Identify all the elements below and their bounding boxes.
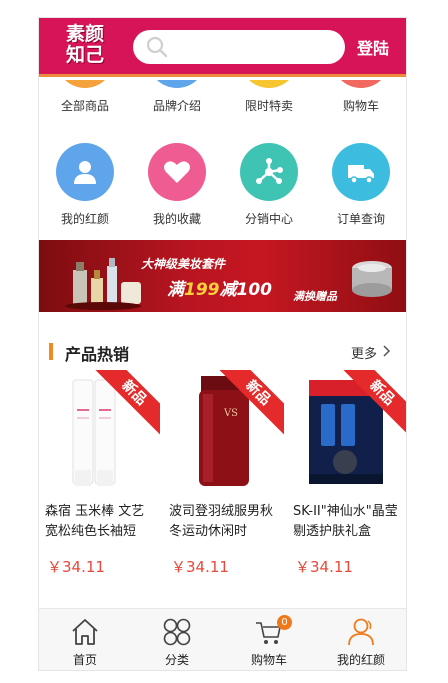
product-name: 森宿 玉米棒 文艺宽松纯色长袖短: [45, 504, 145, 539]
section-accent-bar: [49, 343, 53, 360]
banner-offer: 满199减100: [167, 275, 272, 300]
bottom-tab-bar: 首页 分类 0 购物车 我的红颜: [39, 608, 406, 670]
svg-text:VS: VS: [223, 408, 238, 419]
banner-headline: 大神级美妆套件: [141, 257, 226, 271]
promo-banner[interactable]: 大神级美妆套件 满199减100 满换赠品: [39, 240, 406, 312]
search-input[interactable]: [133, 30, 345, 64]
tab-cart[interactable]: 0 购物车: [223, 609, 315, 670]
category-label: 我的收藏: [152, 212, 201, 226]
person-icon: [348, 618, 374, 646]
cream-jar-image: [352, 261, 392, 297]
phone-screen: 素颜 知己 登陆 全部商品 品牌介绍 限时特卖 购物车 我的红颜 我的收藏 分销…: [38, 17, 407, 671]
product-name: 波司登羽绒服男秋冬运动休闲时: [169, 504, 274, 539]
tab-label: 分类: [164, 653, 189, 667]
login-button[interactable]: 登陆: [357, 35, 389, 59]
product-price: ￥34.11: [171, 558, 229, 576]
banner-offer-number: 199: [184, 280, 220, 300]
category-my-beauty[interactable]: 我的红颜: [39, 143, 131, 227]
banner-gift-text: 满换赠品: [293, 290, 337, 303]
top-header: 素颜 知己 登陆: [39, 18, 406, 77]
category-icon: [240, 80, 298, 88]
chevron-right-icon[interactable]: [383, 345, 391, 357]
product-card[interactable]: 新品 SK-II"神仙水"晶莹剔透护肤礼盒 ￥34.11: [287, 370, 406, 580]
product-card[interactable]: VS 新品 波司登羽绒服男秋冬运动休闲时 ￥34.11: [163, 370, 284, 580]
brand-logo[interactable]: 素颜 知己: [59, 24, 111, 70]
category-icon-bg: [332, 143, 390, 201]
category-label: 全部商品: [60, 99, 109, 113]
product-price: ￥34.11: [295, 558, 353, 576]
tab-label: 购物车: [250, 653, 287, 667]
logo-line-1: 素颜: [65, 23, 104, 45]
category-icon: [56, 80, 114, 88]
category-shopping-cart[interactable]: 购物车: [315, 80, 406, 114]
category-my-favorites[interactable]: 我的收藏: [131, 143, 223, 227]
section-title: 产品热销: [65, 345, 130, 364]
cosmetics-bottles-image: [65, 258, 141, 310]
hot-products-section-header: 产品热销 更多: [39, 340, 406, 364]
heart-icon: [164, 161, 190, 183]
share-network-icon: [256, 158, 283, 184]
tab-home[interactable]: 首页: [39, 609, 131, 670]
tab-label: 我的红颜: [336, 653, 385, 667]
banner-offer-part: 满: [167, 280, 184, 300]
tab-my-beauty[interactable]: 我的红颜: [315, 609, 406, 670]
category-flash-sale[interactable]: 限时特卖: [223, 80, 315, 114]
category-label: 限时特卖: [244, 99, 293, 113]
category-label: 购物车: [342, 99, 379, 113]
category-row-2: 我的红颜 我的收藏 分销中心 订单查询: [39, 143, 406, 233]
category-icon-bg: [240, 143, 298, 201]
product-card[interactable]: 新品 森宿 玉米棒 文艺宽松纯色长袖短 ￥34.11: [39, 370, 160, 580]
tab-label: 首页: [72, 653, 97, 667]
logo-line-2: 知己: [65, 44, 104, 66]
category-label: 分销中心: [244, 212, 293, 226]
truck-icon: [348, 165, 374, 184]
category-label: 订单查询: [336, 212, 385, 226]
cart-count-badge: 0: [277, 615, 292, 630]
category-icon: [332, 80, 390, 88]
category-order-query[interactable]: 订单查询: [315, 143, 406, 227]
grid-icon: [163, 618, 191, 646]
category-label: 品牌介绍: [152, 99, 201, 113]
category-icon-bg: [56, 143, 114, 201]
tab-category[interactable]: 分类: [131, 609, 223, 670]
home-icon: [72, 619, 98, 645]
category-label: 我的红颜: [60, 212, 109, 226]
product-name: SK-II"神仙水"晶莹剔透护肤礼盒: [293, 504, 398, 539]
product-price: ￥34.11: [47, 558, 105, 576]
category-distribution-center[interactable]: 分销中心: [223, 143, 315, 227]
search-icon: [146, 36, 168, 58]
category-brand-intro[interactable]: 品牌介绍: [131, 80, 223, 114]
banner-offer-number: 100: [236, 280, 273, 300]
more-link[interactable]: 更多: [351, 343, 377, 362]
banner-offer-part: 减: [219, 280, 237, 300]
category-row-1: 全部商品 品牌介绍 限时特卖 购物车: [39, 80, 406, 122]
category-icon: [148, 80, 206, 88]
user-icon: [74, 161, 96, 184]
category-all-products[interactable]: 全部商品: [39, 80, 131, 114]
category-icon-bg: [148, 143, 206, 201]
